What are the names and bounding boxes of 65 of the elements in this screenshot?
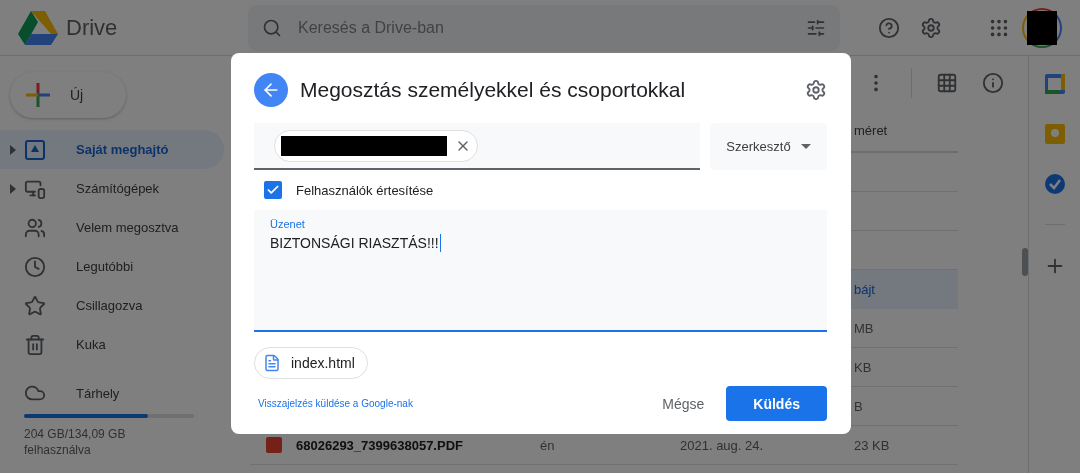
checkbox[interactable] <box>264 181 282 199</box>
nav-label: Csillagozva <box>76 298 143 313</box>
nav-item[interactable]: Számítógépek <box>0 169 224 208</box>
back-button[interactable] <box>254 73 288 107</box>
settings-icon[interactable] <box>920 16 942 39</box>
expand-icon[interactable] <box>10 183 16 194</box>
redacted-block <box>1027 10 1057 45</box>
nav-item[interactable]: Kuka <box>0 325 224 364</box>
nav-label: Saját meghajtó <box>76 142 169 157</box>
document-icon <box>263 354 281 372</box>
scrollbar-thumb[interactable] <box>1022 248 1028 276</box>
dialog-title: Megosztás személyekkel és csoportokkal <box>300 78 687 102</box>
feedback-link[interactable]: Visszajelzés küldése a Google-nak <box>254 398 413 409</box>
nav-item[interactable]: Velem megosztva <box>0 208 224 247</box>
size-cell-text: bájt <box>853 281 876 297</box>
pdf-file-icon <box>266 437 282 453</box>
owner-cell-text: én <box>540 437 556 453</box>
message-field[interactable]: Üzenet BIZTONSÁGI RIASZTÁS!!! <box>254 210 827 332</box>
drive-logo <box>18 10 58 45</box>
size-cell-text: B <box>853 398 864 414</box>
send-button[interactable]: Küldés <box>726 386 827 421</box>
new-button[interactable]: Új <box>10 72 126 118</box>
nav-item[interactable]: Saját meghajtó <box>0 130 224 169</box>
date-cell-text: 2021. aug. 24. <box>680 437 765 453</box>
nav-item[interactable]: Legutóbbi <box>0 247 224 286</box>
nav-item[interactable]: Csillagozva <box>0 286 224 325</box>
file-name: 68026293_7399638057.PDF <box>296 437 463 453</box>
size-cell-text: MB <box>853 320 875 336</box>
people-icon <box>24 216 46 239</box>
calendar-icon[interactable] <box>1044 74 1065 94</box>
help-icon[interactable] <box>878 16 900 39</box>
expand-icon[interactable] <box>10 144 16 155</box>
size-cell-text: KB <box>853 359 873 375</box>
tasks-icon[interactable] <box>1044 174 1065 194</box>
caret-icon <box>800 144 811 149</box>
size-cell-text: 23 KB <box>853 437 891 453</box>
storage-label: Tárhely <box>76 385 120 401</box>
avatar[interactable] <box>1022 7 1062 48</box>
search-icon <box>262 17 282 38</box>
text-cursor <box>439 234 441 252</box>
recipient-field[interactable] <box>254 123 700 170</box>
message-text: BIZTONSÁGI RIASZTÁS!!! <box>270 235 439 251</box>
cancel-button[interactable]: Mégse <box>648 386 719 421</box>
settings-button[interactable] <box>805 79 827 101</box>
nav-label: Számítógépek <box>76 181 160 196</box>
filter-icon[interactable] <box>806 17 826 38</box>
drive-icon <box>24 138 46 161</box>
plus-icon <box>26 83 50 107</box>
trash-icon <box>24 333 46 356</box>
star-icon <box>24 294 46 317</box>
nav-label: Kuka <box>76 337 106 352</box>
grid-view-icon[interactable] <box>936 72 958 94</box>
nav-label: Legutóbbi <box>76 259 134 274</box>
role-dropdown[interactable]: Szerkesztő <box>710 123 827 170</box>
checkbox-label: Felhasználók értesítése <box>296 182 434 198</box>
search-field[interactable]: Keresés a Drive-ban <box>296 17 792 38</box>
check-icon <box>266 183 280 197</box>
clock-icon <box>24 255 46 278</box>
info-icon[interactable] <box>982 72 1004 94</box>
field-label: Üzenet <box>270 218 305 230</box>
storage-usage: 204 GB/134,09 GB felhasználva <box>24 426 127 458</box>
nav-label: Velem megosztva <box>76 220 179 235</box>
search-bar[interactable]: Keresés a Drive-ban <box>248 4 840 51</box>
app-name: Drive <box>66 14 118 41</box>
file-name: index.html <box>291 355 355 371</box>
